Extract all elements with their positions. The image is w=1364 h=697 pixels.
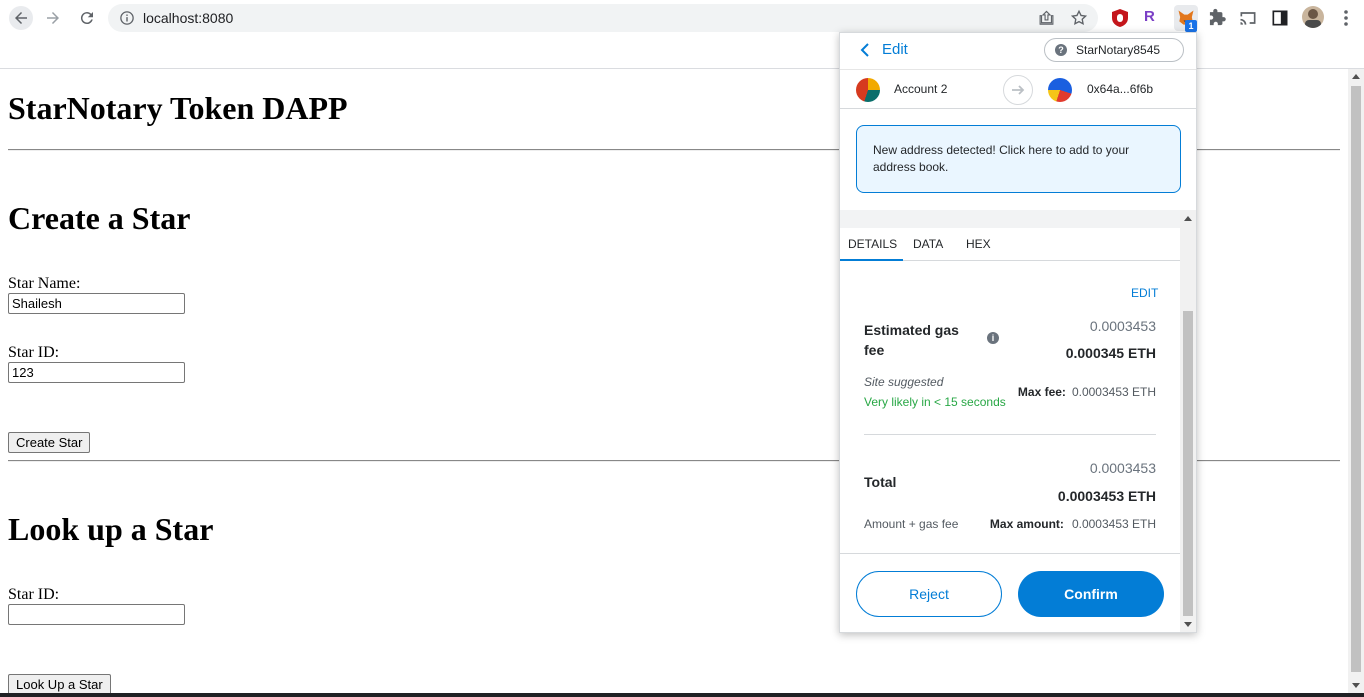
- lookup-star-id-input[interactable]: [8, 604, 185, 625]
- gas-info-icon[interactable]: i: [987, 332, 999, 344]
- site-suggested-label: Site suggested: [864, 375, 944, 389]
- popup-scrollbar-thumb[interactable]: [1183, 311, 1193, 616]
- to-account-avatar: [1048, 78, 1072, 102]
- tab-hex[interactable]: HEX: [966, 237, 991, 251]
- star-id-label: Star ID:: [8, 344, 60, 361]
- max-amount: Max amount: 0.0003453 ETH: [990, 517, 1156, 531]
- scrollbar-thumb[interactable]: [1351, 86, 1361, 672]
- info-icon[interactable]: [120, 11, 134, 25]
- cast-icon[interactable]: [1238, 8, 1258, 28]
- page-title: StarNotary Token DAPP: [8, 90, 348, 126]
- bookmark-star-icon[interactable]: [1070, 9, 1088, 27]
- forward-button[interactable]: [41, 6, 65, 30]
- taskbar-edge: [0, 693, 1364, 697]
- new-address-notice[interactable]: New address detected! Click here to add …: [856, 125, 1181, 193]
- amount-plus-gas-label: Amount + gas fee: [864, 517, 959, 531]
- popup-scrollbar[interactable]: [1180, 210, 1196, 632]
- url-text[interactable]: localhost:8080: [143, 10, 233, 26]
- edit-gas-link[interactable]: EDIT: [1131, 286, 1158, 300]
- total-label: Total: [864, 474, 897, 490]
- create-star-button[interactable]: Create Star: [8, 432, 91, 453]
- network-selector[interactable]: ? StarNotary8545: [1044, 38, 1184, 62]
- section-spacer: [840, 210, 1196, 228]
- extensions-puzzle-icon[interactable]: [1207, 8, 1227, 28]
- create-star-heading: Create a Star: [8, 200, 191, 236]
- person-icon: [1305, 9, 1321, 28]
- page-scrollbar[interactable]: [1348, 69, 1364, 697]
- lookup-star-id-label: Star ID:: [8, 586, 60, 603]
- max-fee-label: Max fee:: [1017, 385, 1066, 399]
- from-account-avatar: [856, 78, 880, 102]
- gas-primary-value: 0.000345 ETH: [1065, 345, 1156, 361]
- max-fee-value: 0.0003453 ETH: [1071, 385, 1156, 399]
- edit-back-label: Edit: [882, 41, 908, 58]
- scroll-down-arrow-icon[interactable]: [1352, 683, 1360, 688]
- reload-button[interactable]: [75, 6, 99, 30]
- sender-recipient-row: Account 2 0x64a...6f6b: [840, 69, 1196, 109]
- total-secondary-value: 0.0003453: [1089, 460, 1156, 476]
- active-tab-indicator: [840, 259, 903, 261]
- back-button[interactable]: [9, 6, 33, 30]
- star-id-input[interactable]: [8, 362, 185, 383]
- max-amount-label: Max amount:: [989, 517, 1064, 531]
- lookup-star-heading: Look up a Star: [8, 511, 214, 547]
- estimated-gas-label: Estimated gas fee: [864, 322, 959, 358]
- total-primary-value: 0.0003453 ETH: [1057, 488, 1156, 504]
- tab-data[interactable]: DATA: [913, 237, 943, 251]
- arrow-right-icon: [1012, 85, 1025, 95]
- popup-header: Edit ? StarNotary8545: [840, 33, 1196, 69]
- side-panel-icon[interactable]: [1270, 8, 1290, 28]
- metamask-popup: Edit ? StarNotary8545 Account 2 0x64a...…: [839, 32, 1197, 633]
- transfer-arrow: [1003, 75, 1033, 105]
- network-name: StarNotary8545: [1076, 43, 1161, 57]
- network-question-icon: ?: [1055, 44, 1067, 56]
- scroll-up-arrow-icon[interactable]: [1352, 74, 1360, 79]
- scroll-up-arrow-icon[interactable]: [1184, 216, 1192, 221]
- reject-button[interactable]: Reject: [856, 571, 1002, 617]
- r-extension-icon[interactable]: R: [1144, 8, 1164, 28]
- scroll-down-arrow-icon[interactable]: [1184, 622, 1192, 627]
- address-bar[interactable]: localhost:8080: [108, 4, 1098, 32]
- arrow-left-icon: [15, 12, 27, 24]
- max-fee: Max fee: 0.0003453 ETH: [1018, 385, 1156, 399]
- footer-divider: [840, 553, 1180, 554]
- confirm-button[interactable]: Confirm: [1018, 571, 1164, 617]
- star-name-input[interactable]: [8, 293, 185, 314]
- profile-avatar[interactable]: [1302, 6, 1324, 28]
- star-name-label: Star Name:: [8, 275, 81, 292]
- tab-details[interactable]: DETAILS: [848, 237, 897, 251]
- kebab-menu-icon[interactable]: [1336, 8, 1356, 28]
- ublock-extension-icon[interactable]: [1110, 8, 1130, 28]
- share-icon[interactable]: [1038, 10, 1055, 27]
- reload-icon: [80, 12, 93, 25]
- from-account-name[interactable]: Account 2: [894, 82, 947, 96]
- arrow-right-icon: [47, 12, 59, 24]
- chevron-left-icon: [860, 42, 869, 57]
- extension-badge: 1: [1185, 20, 1197, 32]
- max-amount-value: 0.0003453 ETH: [1071, 517, 1156, 531]
- timing-estimate: Very likely in < 15 seconds: [864, 395, 1006, 409]
- detail-tabs: DETAILS DATA HEX: [840, 228, 1180, 261]
- details-divider: [864, 434, 1156, 435]
- lookup-star-button[interactable]: Look Up a Star: [8, 674, 111, 695]
- gas-secondary-value: 0.0003453: [1089, 318, 1156, 334]
- to-address[interactable]: 0x64a...6f6b: [1087, 82, 1153, 96]
- edit-back-button[interactable]: Edit: [858, 41, 908, 58]
